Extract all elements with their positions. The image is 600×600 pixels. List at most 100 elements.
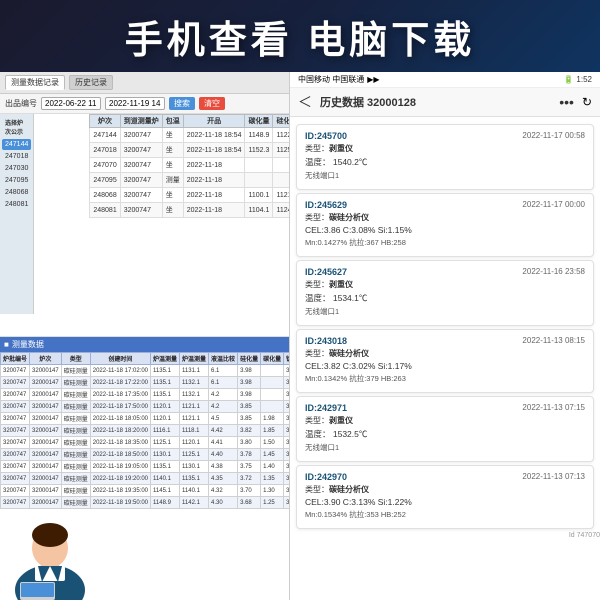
table-cell: 3200747	[120, 173, 162, 188]
clear-button[interactable]: 清空	[199, 97, 225, 110]
card-type-row: 类型：剥重仪	[305, 415, 585, 426]
sheet-row: 320074732000147碳硅测量2022-11-18 19:05:0011…	[1, 461, 291, 473]
tab-bar: 测量数据记录 历史记录	[0, 72, 290, 94]
mobile-card[interactable]: ID:242971 2022-11-13 07:15 类型：剥重仪 温度： 15…	[296, 396, 594, 462]
table-cell: 3200747	[120, 143, 162, 158]
sheet-cell: 3200747	[1, 473, 30, 485]
table-cell: 1122.0	[273, 128, 290, 143]
sheet-cell: 1120.1	[180, 437, 209, 449]
sheet-cell: 2022-11-18 18:20:00	[90, 425, 150, 437]
sheet-cell: 32000147	[30, 461, 62, 473]
tab-measurement[interactable]: 测量数据记录	[5, 75, 65, 90]
mobile-card[interactable]: ID:245627 2022-11-16 23:58 类型：剥重仪 温度： 15…	[296, 260, 594, 326]
sheet-cell: 1.35	[261, 473, 284, 485]
card-sub-row: Mn:0.1342% 抗拉:379 HB:263	[305, 373, 585, 384]
card-date: 2022-11-13 07:13	[522, 472, 585, 481]
sheet-row: 320074732000147碳硅测量2022-11-18 18:05:0011…	[1, 413, 291, 425]
card-id: ID:245627	[305, 267, 347, 277]
nav-item-2[interactable]: 247030	[2, 163, 31, 174]
menu-dots[interactable]: •••	[559, 94, 574, 110]
sheet-cell: 1132.1	[180, 389, 209, 401]
card-detail-row: 温度： 1532.5℃	[305, 428, 585, 440]
mobile-card[interactable]: ID:243018 2022-11-13 08:15 类型：碳硅分析仪 CEL:…	[296, 329, 594, 393]
card-id: ID:242971	[305, 403, 347, 413]
filter-date-start[interactable]	[41, 97, 101, 110]
sheet-cell: 1135.1	[151, 461, 180, 473]
sheet-cell: 32000147	[30, 377, 62, 389]
table-cell: 坐	[162, 143, 183, 158]
refresh-icon[interactable]: ↻	[582, 95, 592, 109]
sheet-cell: 32000147	[30, 473, 62, 485]
table-cell	[273, 158, 290, 173]
card-detail: 温度： 1534.1℃	[305, 292, 367, 304]
left-top-table: 测量数据记录 历史记录 出品编号 搜索 清空 选择炉次公示 247144 247…	[0, 72, 290, 337]
tab-history[interactable]: 历史记录	[69, 75, 113, 90]
sheet-cell: 1121.1	[180, 413, 209, 425]
table-cell: 1124.0	[273, 203, 290, 218]
mobile-card[interactable]: ID:245629 2022-11-17 00:00 类型：碳硅分析仪 CEL:…	[296, 193, 594, 257]
table-cell: 2022-11-18	[183, 158, 245, 173]
card-sub: 无线端口1	[305, 170, 339, 181]
table-row: 2470953200747测量2022-11-181307.3详	[90, 173, 290, 188]
nav-item-4[interactable]: 248068	[2, 187, 31, 198]
nav-item-3[interactable]: 247095	[2, 175, 31, 186]
sheet-cell: 3.68	[238, 497, 261, 509]
sheet-cell: 32000147	[30, 497, 62, 509]
table-row: 2480683200747坐2022-11-181100.11121.14.40…	[90, 188, 290, 203]
card-type-row: 类型：剥重仪	[305, 143, 585, 154]
sheet-cell: 碳硅测量	[61, 377, 90, 389]
nav-item-1[interactable]: 247018	[2, 151, 31, 162]
sheet-cell: 1135.1	[180, 473, 209, 485]
status-left: 中国移动 中国联通 ▶▶	[298, 74, 380, 85]
table-cell: 248068	[90, 188, 120, 203]
search-button[interactable]: 搜索	[169, 97, 195, 110]
sheet-cell: 4.41	[209, 437, 238, 449]
card-sub-row: Mn:0.1427% 抗拉:367 HB:258	[305, 237, 585, 248]
sheet-cell: 1.40	[261, 461, 284, 473]
table-row: 2471443200747坐2022-11-18 18:541148.91122…	[90, 128, 290, 143]
nav-item-5[interactable]: 248081	[2, 199, 31, 210]
table-row: 2470183200747坐2022-11-18 18:541152.31125…	[90, 143, 290, 158]
sheet-cell: 6.1	[209, 377, 238, 389]
card-header-row: ID:242970 2022-11-13 07:13	[305, 472, 585, 482]
sheet-row: 320074732000147碳硅测量2022-11-18 17:02:0011…	[1, 365, 291, 377]
sheet-cell: 3.82	[238, 425, 261, 437]
table-cell	[245, 173, 273, 188]
sheet-table: 炉批编号炉次类型创建时间炉温测量炉温测量液温比较硅化量碳化量锰化量抗拉硬度材料测…	[0, 352, 290, 509]
card-header-row: ID:245629 2022-11-17 00:00	[305, 200, 585, 210]
table-area: 选择炉次公示 247144 247018 247030 247095 24806…	[0, 114, 290, 314]
sheet-cell: 碳硅测量	[61, 389, 90, 401]
filter-date-end[interactable]	[105, 97, 165, 110]
mobile-card-list: ID:245700 2022-11-17 00:58 类型：剥重仪 温度： 15…	[290, 117, 600, 600]
sheet-cell: 32000147	[30, 437, 62, 449]
card-sub: 无线端口1	[305, 442, 339, 453]
card-sub-row: 无线端口1	[305, 442, 585, 453]
mobile-card[interactable]: ID:242970 2022-11-13 07:13 类型：碳硅分析仪 CEL:…	[296, 465, 594, 529]
table-cell: 247018	[90, 143, 120, 158]
sheet-cell: 32000147	[30, 401, 62, 413]
back-button[interactable]: ＜	[298, 92, 312, 112]
sheet-col-header: 炉温测量	[180, 353, 209, 365]
sheet-cell: 3.85	[238, 401, 261, 413]
sheet-cell: 2022-11-18 17:50:00	[90, 401, 150, 413]
card-detail-row: 温度： 1540.2℃	[305, 156, 585, 168]
card-date: 2022-11-17 00:58	[522, 131, 585, 140]
mobile-screen: 中国移动 中国联通 ▶▶ 🔋 1:52 ＜ 历史数据 32000128 ••• …	[290, 72, 600, 600]
sheet-cell: 3200747	[1, 485, 30, 497]
card-sub-row: 无线端口1	[305, 306, 585, 317]
sheet-cell: 4.30	[209, 497, 238, 509]
card-date: 2022-11-16 23:58	[522, 267, 585, 276]
sheet-cell: 4.2	[209, 389, 238, 401]
table-cell: 3200747	[120, 188, 162, 203]
nav-item-0[interactable]: 247144	[2, 139, 31, 150]
sheet-cell: 1140.1	[180, 485, 209, 497]
banner-text: 手机查看 电脑下载	[125, 9, 476, 64]
card-detail-row: CEL:3.86 C:3.08% Si:1.15%	[305, 225, 585, 235]
sheet-cell: 4.5	[209, 413, 238, 425]
sheet-cell: 碳硅测量	[61, 365, 90, 377]
battery-icon: 🔋	[563, 75, 573, 84]
sheet-cell: 3200747	[1, 461, 30, 473]
sheet-row: 320074732000147碳硅测量2022-11-18 18:35:0011…	[1, 437, 291, 449]
spreadsheet-header: ■ 测量数据	[0, 337, 290, 352]
mobile-card[interactable]: ID:245700 2022-11-17 00:58 类型：剥重仪 温度： 15…	[296, 124, 594, 190]
